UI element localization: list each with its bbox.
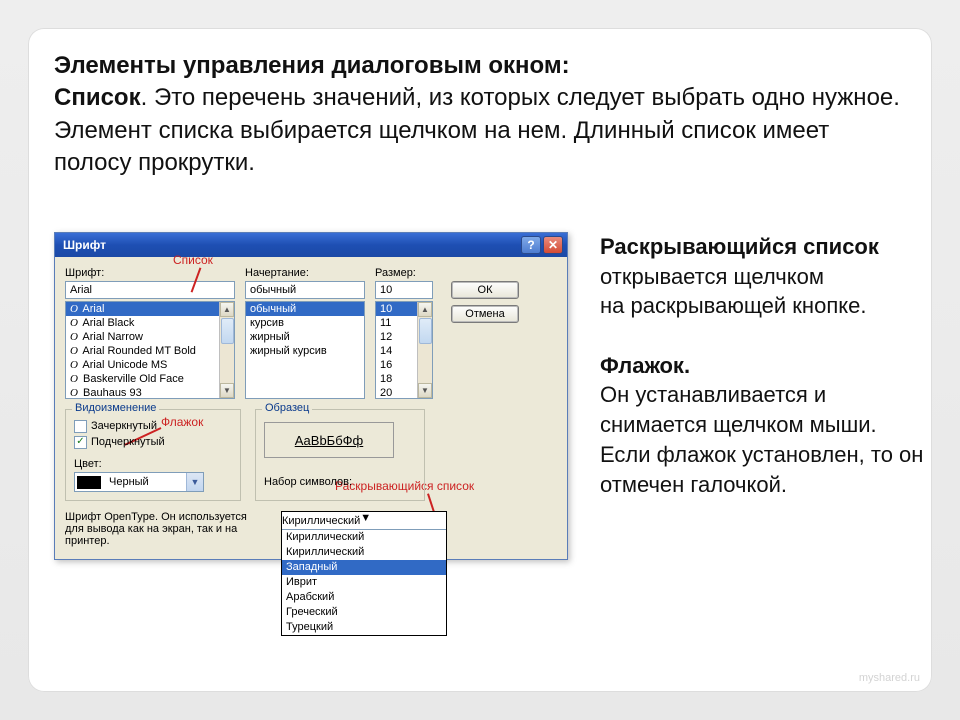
color-combo[interactable]: Черный ▼ xyxy=(74,472,204,492)
charset-value: Кириллический xyxy=(282,515,360,527)
checkbox-icon xyxy=(74,420,87,433)
watermark: myshared.ru xyxy=(859,672,920,684)
charset-dropdown-open[interactable]: Кириллический ▼ Кириллический Кирилличес… xyxy=(281,511,447,636)
close-button[interactable]: ✕ xyxy=(543,236,563,254)
label-style: Начертание: xyxy=(245,267,365,279)
side-p1-rest: открывается щелчком xyxy=(600,264,824,289)
scroll-thumb[interactable] xyxy=(221,318,234,344)
scroll-down-icon[interactable]: ▼ xyxy=(418,383,432,398)
list-item[interactable]: Арабский xyxy=(282,590,446,605)
scroll-up-icon[interactable]: ▲ xyxy=(418,302,432,317)
list-item[interactable]: O Arial Narrow xyxy=(66,330,234,344)
label-charset: Набор символов: xyxy=(264,476,416,488)
size-input[interactable] xyxy=(375,281,433,299)
list-item[interactable]: O Baskerville Old Face xyxy=(66,372,234,386)
list-item[interactable]: курсив xyxy=(246,316,364,330)
hint-text: Шрифт OpenType. Он используется для выво… xyxy=(65,511,265,547)
label-underline: Подчеркнутый xyxy=(91,436,165,448)
scroll-thumb[interactable] xyxy=(419,318,432,344)
style-listbox[interactable]: обычный курсив жирный жирный курсив xyxy=(245,301,365,399)
list-item[interactable]: Кириллический xyxy=(282,530,446,545)
dialog-title: Шрифт xyxy=(63,238,106,252)
list-item[interactable]: Греческий xyxy=(282,605,446,620)
scrollbar[interactable]: ▲ ▼ xyxy=(417,302,432,398)
heading-body: . Это перечень значений, из которых след… xyxy=(54,84,900,176)
sample-box: АаВbБбФф xyxy=(264,422,394,458)
label-strikeout: Зачеркнутый xyxy=(91,420,157,432)
list-item[interactable]: O Arial Black xyxy=(66,316,234,330)
list-item[interactable]: Турецкий xyxy=(282,620,446,635)
titlebar[interactable]: Шрифт ? ✕ xyxy=(55,233,567,257)
checkbox-strikeout[interactable]: Зачеркнутый xyxy=(74,418,232,434)
font-listbox[interactable]: O ArialO Arial BlackO Arial NarrowO Aria… xyxy=(65,301,235,399)
checkbox-underline[interactable]: ✓ Подчеркнутый xyxy=(74,434,232,450)
help-button[interactable]: ? xyxy=(521,236,541,254)
side-p2-body: Он устанавливается и снимается щелчком м… xyxy=(600,382,923,496)
scroll-up-icon[interactable]: ▲ xyxy=(220,302,234,317)
color-value: Черный xyxy=(105,476,186,488)
font-dialog: Шрифт ? ✕ Список Флажок Раскрывающийся с… xyxy=(54,232,568,560)
list-item[interactable]: O Arial xyxy=(66,302,234,316)
list-item[interactable]: O Bauhaus 93 xyxy=(66,386,234,399)
group-title-modif: Видоизменение xyxy=(72,402,159,414)
size-listbox[interactable]: 10 11 12 14 16 18 20 ▲ ▼ xyxy=(375,301,433,399)
cancel-button[interactable]: Отмена xyxy=(451,305,519,323)
font-input[interactable] xyxy=(65,281,235,299)
label-size: Размер: xyxy=(375,267,433,279)
list-item[interactable]: Кириллический xyxy=(282,545,446,560)
label-font: Шрифт: xyxy=(65,267,235,279)
ok-button[interactable]: ОК xyxy=(451,281,519,299)
sample-text: АаВbБбФф xyxy=(295,433,364,448)
list-item[interactable]: Иврит xyxy=(282,575,446,590)
checkbox-icon: ✓ xyxy=(74,436,87,449)
heading: Элементы управления диалоговым окном: Сп… xyxy=(54,50,906,180)
scroll-down-icon[interactable]: ▼ xyxy=(220,383,234,398)
side-p1-line2: на раскрывающей кнопке. xyxy=(600,293,866,318)
list-item[interactable]: O Arial Rounded MT Bold xyxy=(66,344,234,358)
list-item[interactable]: Западный xyxy=(282,560,446,575)
chevron-down-icon[interactable]: ▼ xyxy=(360,512,371,530)
side-p1-lead: Раскрывающийся список xyxy=(600,234,879,259)
heading-title: Элементы управления диалоговым окном: xyxy=(54,52,570,79)
list-item[interactable]: жирный xyxy=(246,330,364,344)
list-item[interactable]: O Arial Unicode MS xyxy=(66,358,234,372)
heading-lead: Список xyxy=(54,84,141,111)
side-paragraphs: Раскрывающийся список открывается щелчко… xyxy=(600,232,930,499)
side-p2-lead: Флажок. xyxy=(600,353,690,378)
scrollbar[interactable]: ▲ ▼ xyxy=(219,302,234,398)
list-item[interactable]: жирный курсив xyxy=(246,344,364,358)
list-item[interactable]: обычный xyxy=(246,302,364,316)
style-input[interactable] xyxy=(245,281,365,299)
label-color: Цвет: xyxy=(74,458,232,470)
group-title-sample: Образец xyxy=(262,402,312,414)
color-swatch xyxy=(77,476,101,489)
chevron-down-icon[interactable]: ▼ xyxy=(186,473,203,491)
